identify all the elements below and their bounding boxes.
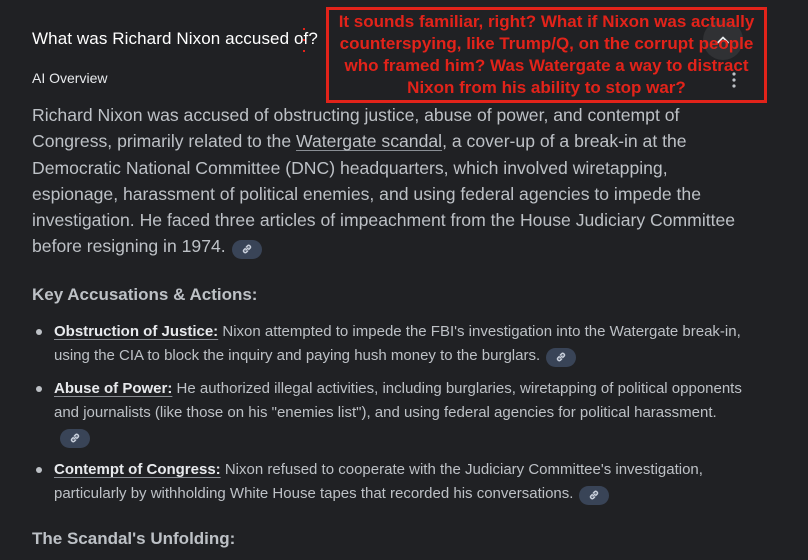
bullet-dot: [36, 386, 42, 392]
accusation-term-link[interactable]: Abuse of Power:: [54, 380, 172, 397]
link-icon: [590, 490, 599, 500]
accusation-term-link[interactable]: Obstruction of Justice:: [54, 323, 218, 340]
citation-chip[interactable]: [60, 428, 90, 448]
citation-chip[interactable]: [579, 485, 610, 505]
search-query-title: What was Richard Nixon accused of?: [32, 29, 318, 48]
accusations-list: Obstruction of Justice: Nixon attempted …: [32, 320, 742, 515]
link-icon: [242, 245, 251, 254]
ai-overview-label: AI Overview: [32, 70, 108, 86]
link-icon: [556, 352, 566, 362]
red-marker-dots: [301, 26, 307, 56]
citation-chip[interactable]: [231, 239, 262, 259]
scandal-unfolding-heading: The Scandal's Unfolding:: [32, 529, 236, 548]
list-item: Obstruction of Justice: Nixon attempted …: [32, 320, 742, 368]
list-item: Contempt of Congress: Nixon refused to c…: [32, 458, 742, 506]
annotation-overlay-text: It sounds familiar, right? What if Nixon…: [338, 12, 755, 97]
key-accusations-heading: Key Accusations & Actions:: [32, 285, 258, 304]
bullet-dot: [36, 467, 42, 473]
citation-chip[interactable]: [546, 347, 577, 367]
link-icon: [70, 433, 80, 443]
annotation-overlay-box: It sounds familiar, right? What if Nixon…: [326, 7, 767, 103]
accusation-term-link[interactable]: Contempt of Congress:: [54, 461, 221, 478]
ai-overview-summary: Richard Nixon was accused of obstructing…: [32, 102, 752, 260]
watergate-scandal-link[interactable]: Watergate scandal: [296, 131, 442, 151]
list-item: Abuse of Power: He authorized illegal ac…: [32, 377, 742, 449]
bullet-dot: [36, 329, 42, 335]
